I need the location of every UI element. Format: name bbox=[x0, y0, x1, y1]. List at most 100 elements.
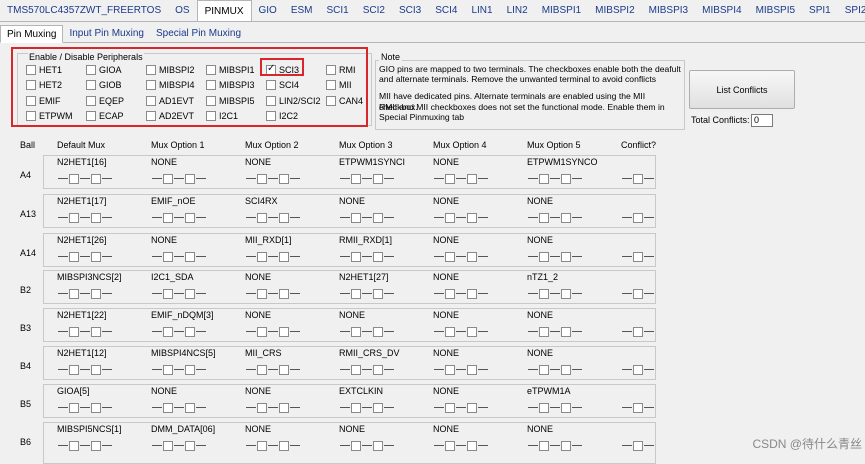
mux-checkbox-pair[interactable] bbox=[339, 251, 395, 262]
checkbox[interactable] bbox=[266, 111, 276, 121]
checkbox[interactable] bbox=[86, 80, 96, 90]
mux-checkbox[interactable] bbox=[69, 364, 79, 375]
mux-checkbox[interactable] bbox=[445, 440, 455, 451]
mux-checkbox-pair[interactable] bbox=[433, 402, 489, 413]
tab-esm[interactable]: ESM bbox=[284, 1, 320, 21]
mux-checkbox-alt[interactable] bbox=[467, 251, 477, 262]
mux-checkbox-pair[interactable] bbox=[339, 173, 395, 184]
peripheral-checkbox-etpwm[interactable]: ETPWM bbox=[26, 110, 73, 122]
peripheral-checkbox-mibspi1[interactable]: MIBSPI1 bbox=[206, 64, 255, 76]
mux-checkbox-alt[interactable] bbox=[185, 364, 195, 375]
mux-checkbox-pair[interactable] bbox=[151, 212, 207, 223]
tab-spi1[interactable]: SPI1 bbox=[802, 1, 838, 21]
checkbox[interactable] bbox=[86, 111, 96, 121]
mux-checkbox-pair[interactable] bbox=[151, 402, 207, 413]
mux-checkbox-pair[interactable] bbox=[245, 212, 301, 223]
mux-checkbox[interactable] bbox=[445, 402, 455, 413]
mux-checkbox-alt[interactable] bbox=[91, 288, 101, 299]
peripheral-checkbox-ecap[interactable]: ECAP bbox=[86, 110, 124, 122]
mux-checkbox-pair[interactable] bbox=[151, 173, 207, 184]
mux-checkbox-pair[interactable] bbox=[433, 440, 489, 451]
mux-checkbox[interactable] bbox=[163, 326, 173, 337]
mux-checkbox-pair[interactable] bbox=[527, 173, 583, 184]
checkbox[interactable] bbox=[86, 96, 96, 106]
mux-checkbox-pair[interactable] bbox=[339, 440, 395, 451]
mux-checkbox[interactable] bbox=[351, 288, 361, 299]
mux-checkbox[interactable] bbox=[163, 288, 173, 299]
mux-checkbox[interactable] bbox=[257, 440, 267, 451]
peripheral-checkbox-mibspi3[interactable]: MIBSPI3 bbox=[206, 79, 255, 91]
mux-checkbox-alt[interactable] bbox=[279, 326, 289, 337]
mux-checkbox-pair[interactable] bbox=[433, 173, 489, 184]
tab-mibspi5[interactable]: MIBSPI5 bbox=[749, 1, 802, 21]
mux-checkbox-pair[interactable] bbox=[245, 402, 301, 413]
mux-checkbox-pair[interactable] bbox=[151, 440, 207, 451]
mux-checkbox-alt[interactable] bbox=[279, 364, 289, 375]
mux-checkbox[interactable] bbox=[351, 173, 361, 184]
mux-checkbox-pair[interactable] bbox=[433, 251, 489, 262]
mux-checkbox[interactable] bbox=[539, 212, 549, 223]
mux-checkbox[interactable] bbox=[351, 402, 361, 413]
list-conflicts-button[interactable]: List Conflicts bbox=[689, 70, 795, 109]
peripheral-checkbox-rmi[interactable]: RMI bbox=[326, 64, 356, 76]
checkbox[interactable] bbox=[146, 111, 156, 121]
mux-checkbox-pair[interactable] bbox=[339, 402, 395, 413]
peripheral-checkbox-sci3[interactable]: SCI3 bbox=[266, 63, 299, 76]
mux-checkbox-pair[interactable] bbox=[245, 326, 301, 337]
peripheral-checkbox-ad1evt[interactable]: AD1EVT bbox=[146, 95, 194, 107]
mux-checkbox[interactable] bbox=[257, 288, 267, 299]
checkbox[interactable] bbox=[206, 80, 216, 90]
mux-checkbox[interactable] bbox=[257, 402, 267, 413]
mux-checkbox-pair[interactable] bbox=[57, 440, 113, 451]
checkbox[interactable] bbox=[326, 96, 336, 106]
mux-checkbox-alt[interactable] bbox=[91, 364, 101, 375]
mux-checkbox[interactable] bbox=[69, 288, 79, 299]
peripheral-checkbox-i2c2[interactable]: I2C2 bbox=[266, 110, 298, 122]
mux-checkbox-alt[interactable] bbox=[91, 440, 101, 451]
mux-checkbox[interactable] bbox=[539, 440, 549, 451]
mux-checkbox-pair[interactable] bbox=[527, 212, 583, 223]
tab-tms570lc4357zwt_freertos[interactable]: TMS570LC4357ZWT_FREERTOS bbox=[0, 1, 168, 21]
tab-spi2[interactable]: SPI2 bbox=[838, 1, 865, 21]
mux-checkbox[interactable] bbox=[351, 251, 361, 262]
mux-checkbox[interactable] bbox=[163, 212, 173, 223]
mux-checkbox-alt[interactable] bbox=[185, 440, 195, 451]
mux-checkbox[interactable] bbox=[69, 440, 79, 451]
tab-sci2[interactable]: SCI2 bbox=[356, 1, 392, 21]
tab-os[interactable]: OS bbox=[168, 1, 196, 21]
mux-checkbox-pair[interactable] bbox=[433, 326, 489, 337]
mux-checkbox[interactable] bbox=[257, 364, 267, 375]
mux-checkbox-pair[interactable] bbox=[151, 251, 207, 262]
mux-checkbox[interactable] bbox=[445, 251, 455, 262]
peripheral-checkbox-het2[interactable]: HET2 bbox=[26, 79, 62, 91]
checkbox[interactable] bbox=[26, 65, 36, 75]
mux-checkbox-alt[interactable] bbox=[561, 402, 571, 413]
mux-checkbox-alt[interactable] bbox=[467, 440, 477, 451]
tab-pinmux[interactable]: PINMUX bbox=[196, 0, 252, 21]
mux-checkbox-pair[interactable] bbox=[245, 364, 301, 375]
mux-checkbox-alt[interactable] bbox=[279, 402, 289, 413]
mux-checkbox-alt[interactable] bbox=[91, 251, 101, 262]
mux-checkbox[interactable] bbox=[539, 364, 549, 375]
mux-checkbox[interactable] bbox=[539, 251, 549, 262]
mux-checkbox-alt[interactable] bbox=[279, 173, 289, 184]
mux-checkbox[interactable] bbox=[445, 288, 455, 299]
mux-checkbox-pair[interactable] bbox=[527, 251, 583, 262]
mux-checkbox-alt[interactable] bbox=[279, 288, 289, 299]
peripheral-checkbox-gioa[interactable]: GIOA bbox=[86, 64, 122, 76]
mux-checkbox-alt[interactable] bbox=[185, 251, 195, 262]
mux-checkbox-pair[interactable] bbox=[57, 402, 113, 413]
mux-checkbox-pair[interactable] bbox=[57, 326, 113, 337]
mux-checkbox-pair[interactable] bbox=[527, 288, 583, 299]
mux-checkbox-alt[interactable] bbox=[467, 173, 477, 184]
mux-checkbox-alt[interactable] bbox=[373, 326, 383, 337]
peripheral-checkbox-sci4[interactable]: SCI4 bbox=[266, 79, 299, 91]
mux-checkbox-pair[interactable] bbox=[339, 212, 395, 223]
mux-checkbox-alt[interactable] bbox=[467, 288, 477, 299]
mux-checkbox-alt[interactable] bbox=[91, 402, 101, 413]
peripheral-checkbox-can4[interactable]: CAN4 bbox=[326, 95, 363, 107]
mux-checkbox-pair[interactable] bbox=[433, 364, 489, 375]
mux-checkbox[interactable] bbox=[69, 402, 79, 413]
tab-lin2[interactable]: LIN2 bbox=[500, 1, 535, 21]
checkbox[interactable] bbox=[326, 80, 336, 90]
